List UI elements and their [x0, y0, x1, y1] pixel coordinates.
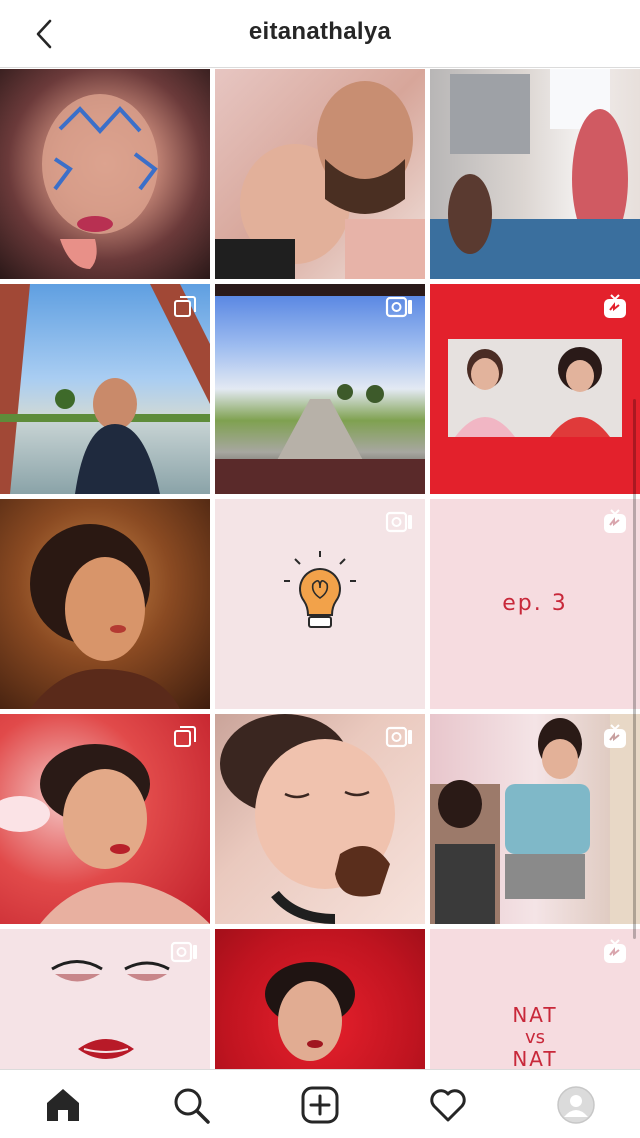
grid-post-1[interactable]	[0, 69, 210, 279]
grid-post-11[interactable]	[215, 714, 425, 924]
heart-icon	[430, 1089, 466, 1122]
top-bar: eitanathalya	[0, 0, 640, 68]
grid-post-5[interactable]	[215, 284, 425, 494]
grid-post-14[interactable]	[215, 929, 425, 1069]
avatar-icon	[557, 1086, 595, 1124]
video-icon	[170, 939, 200, 965]
igtv-icon	[600, 294, 630, 320]
grid-post-8[interactable]	[215, 499, 425, 709]
scrollbar[interactable]	[633, 399, 636, 939]
nat-vs-nat-line-2: vs	[524, 1027, 546, 1048]
home-icon	[47, 1089, 79, 1121]
igtv-icon	[600, 509, 630, 535]
igtv-icon	[600, 939, 630, 965]
nav-home[interactable]	[38, 1080, 88, 1130]
grid-post-6[interactable]	[430, 284, 640, 494]
grid-post-4[interactable]	[0, 284, 210, 494]
bottom-nav	[0, 1069, 640, 1138]
video-icon	[385, 724, 415, 750]
search-icon	[174, 1088, 210, 1124]
episode-label: ep. 3	[502, 591, 568, 616]
carousel-icon	[170, 294, 200, 320]
grid-post-9[interactable]: ep. 3	[430, 499, 640, 709]
grid-post-3[interactable]	[430, 69, 640, 279]
posts-grid: ep. 3 NAT vs NAT	[0, 69, 640, 1069]
grid-post-7[interactable]	[0, 499, 210, 709]
nat-vs-nat-line-3: NAT	[512, 1047, 558, 1069]
nat-vs-nat-line-1: NAT	[512, 1003, 558, 1027]
page-title: eitanathalya	[248, 18, 392, 45]
carousel-icon	[170, 724, 200, 750]
grid-post-10[interactable]	[0, 714, 210, 924]
nav-new-post[interactable]	[295, 1080, 345, 1130]
grid-post-13[interactable]	[0, 929, 210, 1069]
nav-profile[interactable]	[551, 1080, 601, 1130]
video-icon	[385, 294, 415, 320]
video-icon	[385, 509, 415, 535]
plus-square-icon	[301, 1086, 339, 1124]
nav-activity[interactable]	[423, 1080, 473, 1130]
igtv-icon	[600, 724, 630, 750]
grid-post-15[interactable]: NAT vs NAT	[430, 929, 640, 1069]
grid-post-2[interactable]	[215, 69, 425, 279]
nav-search[interactable]	[166, 1080, 216, 1130]
grid-post-12[interactable]	[430, 714, 640, 924]
